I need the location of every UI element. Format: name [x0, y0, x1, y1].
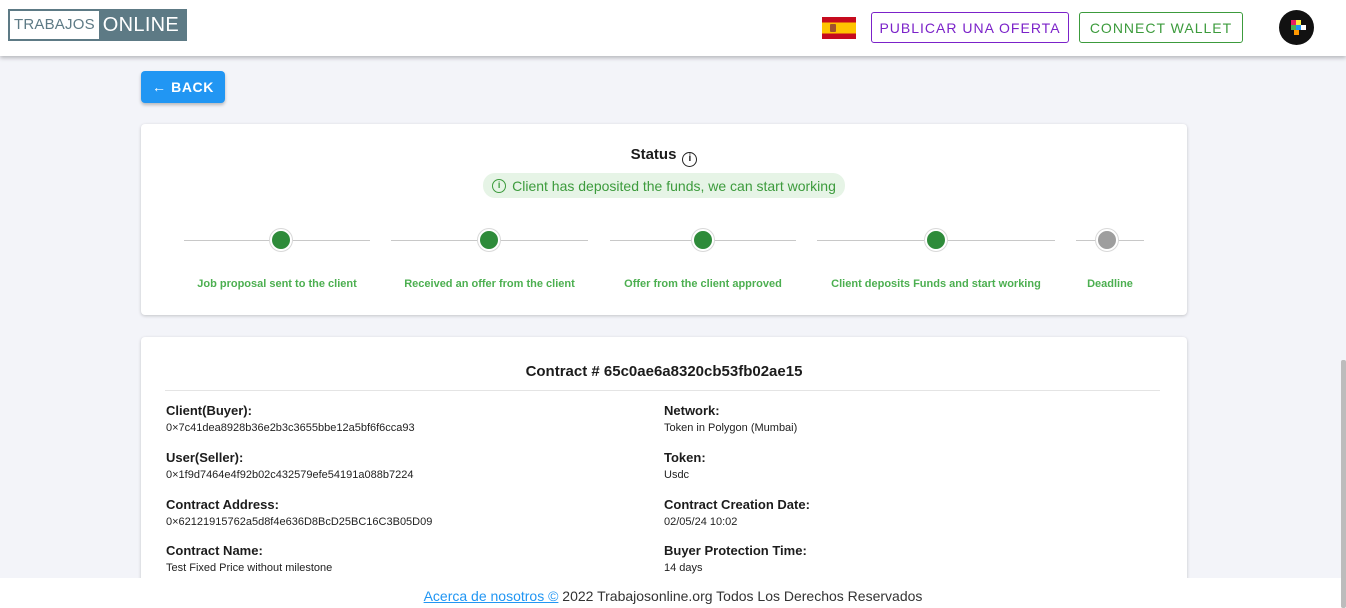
field-label: Client(Buyer): [166, 403, 252, 418]
field-label: Buyer Protection Time: [664, 543, 807, 558]
step-5-dot [1096, 229, 1118, 251]
logo-text-online: ONLINE [102, 14, 180, 36]
step-4-dot [925, 229, 947, 251]
status-heading: Status i [141, 146, 1187, 167]
field-value: 14 days [664, 562, 703, 574]
field-label: User(Seller): [166, 450, 244, 465]
site-logo[interactable]: TRABAJOS ONLINE [8, 9, 188, 41]
step-4-label: Client deposits Funds and start working [831, 278, 1041, 290]
field-value: 0×62121915762a5d8f4e636D8BcD25BC16C3B05D… [166, 516, 433, 528]
field-label: Contract Name: [166, 543, 263, 558]
step-1-dot [270, 229, 292, 251]
field-value: Token in Polygon (Mumbai) [664, 422, 798, 434]
field-value: 0×1f9d7464e4f92b02c432579efe54191a088b72… [166, 469, 414, 481]
client-buyer-field: Client(Buyer): 0×7c41dea8928b36e2b3c3655… [166, 403, 415, 434]
contract-address-field: Contract Address: 0×62121915762a5d8f4e63… [166, 497, 432, 528]
status-title: Status [630, 146, 677, 163]
field-value: Test Fixed Price without milestone [166, 562, 333, 574]
field-value: 02/05/24 10:02 [664, 516, 738, 528]
field-label: Contract Address: [166, 497, 279, 512]
user-avatar[interactable] [1279, 10, 1314, 45]
step-3-label: Offer from the client approved [624, 278, 782, 290]
about-us-link[interactable]: Acerca de nosotros © [424, 588, 559, 604]
divider [165, 390, 1160, 391]
network-field: Network: Token in Polygon (Mumbai) [664, 403, 797, 434]
step-1-label: Job proposal sent to the client [197, 278, 357, 290]
footer: Acerca de nosotros © 2022 Trabajosonline… [0, 578, 1346, 608]
info-circle-icon: i [492, 178, 507, 193]
creation-date-field: Contract Creation Date: 02/05/24 10:02 [664, 497, 810, 528]
spain-flag-icon[interactable] [822, 17, 856, 39]
status-alert-text: Client has deposited the funds, we can s… [512, 177, 836, 194]
status-alert: i Client has deposited the funds, we can… [483, 173, 845, 198]
footer-copyright: 2022 Trabajosonline.org Todos Los Derech… [558, 588, 923, 604]
top-app-bar: TRABAJOS ONLINE PUBLICAR UNA OFERTA CONN… [0, 0, 1346, 56]
publish-offer-button[interactable]: PUBLICAR UNA OFERTA [871, 12, 1069, 43]
token-field: Token: Usdc [664, 450, 706, 481]
step-2-label: Received an offer from the client [404, 278, 575, 290]
contract-name-field: Contract Name: Test Fixed Price without … [166, 543, 332, 574]
status-card: Status i i Client has deposited the funds… [141, 124, 1187, 315]
back-button[interactable]: ← BACK [141, 71, 225, 103]
info-icon[interactable]: i [682, 152, 698, 167]
scrollbar-thumb[interactable] [1341, 360, 1346, 608]
connect-wallet-button[interactable]: CONNECT WALLET [1079, 12, 1243, 43]
step-5-label: Deadline [1087, 278, 1133, 290]
field-label: Contract Creation Date: [664, 497, 810, 512]
contract-card: Contract # 65c0ae6a8320cb53fb02ae15 Clie… [141, 337, 1187, 597]
field-value: Usdc [664, 469, 690, 481]
field-label: Token: [664, 450, 706, 465]
step-3-dot [692, 229, 714, 251]
logo-text-trabajos: TRABAJOS [10, 11, 99, 39]
user-seller-field: User(Seller): 0×1f9d7464e4f92b02c432579e… [166, 450, 413, 481]
contract-title: Contract # 65c0ae6a8320cb53fb02ae15 [525, 363, 803, 380]
step-2-dot [478, 229, 500, 251]
buyer-protection-field: Buyer Protection Time: 14 days [664, 543, 807, 574]
field-label: Network: [664, 403, 720, 418]
field-value: 0×7c41dea8928b36e2b3c3655bbe12a5bf6f6cca… [166, 422, 415, 434]
